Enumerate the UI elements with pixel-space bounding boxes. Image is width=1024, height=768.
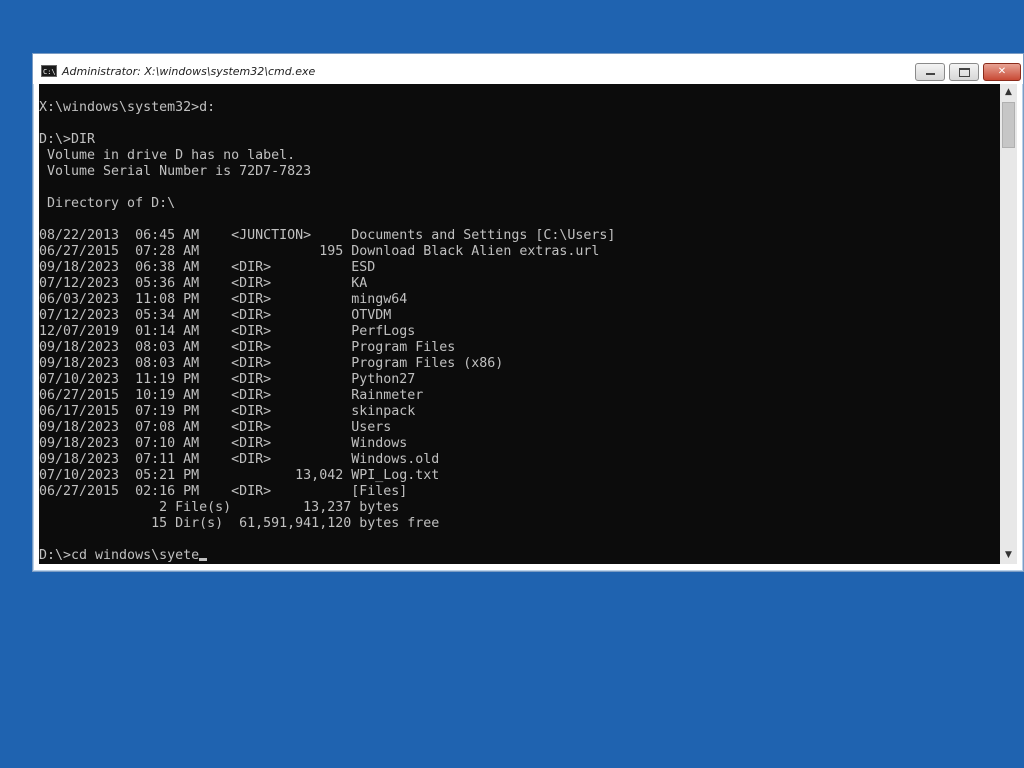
console-line: Directory of D:\ — [39, 196, 176, 211]
console-line: 09/18/2023 07:11 AM <DIR> Windows.old — [39, 452, 440, 467]
console-text: X:\windows\system32>d: D:\>DIR Volume in… — [39, 84, 1000, 548]
console-line: X:\windows\system32>d: — [39, 100, 216, 115]
cmd-window[interactable]: C:\ Administrator: X:\windows\system32\c… — [32, 53, 1024, 572]
console-line: 06/27/2015 10:19 AM <DIR> Rainmeter — [39, 388, 424, 403]
window-title: Administrator: X:\windows\system32\cmd.e… — [62, 65, 316, 78]
scroll-up-icon[interactable]: ▲ — [1000, 84, 1017, 101]
console-line: 06/17/2015 07:19 PM <DIR> skinpack — [39, 404, 416, 419]
console-line: 06/27/2015 02:16 PM <DIR> [Files] — [39, 484, 408, 499]
console-line: 09/18/2023 07:08 AM <DIR> Users — [39, 420, 392, 435]
console-line: 09/18/2023 06:38 AM <DIR> ESD — [39, 260, 376, 275]
console-output[interactable]: X:\windows\system32>d: D:\>DIR Volume in… — [39, 84, 1000, 564]
close-button[interactable]: ✕ — [983, 63, 1021, 81]
scroll-thumb[interactable] — [1002, 102, 1015, 148]
console-prompt[interactable]: D:\>cd windows\syete — [39, 548, 199, 563]
console-line: 07/10/2023 11:19 PM <DIR> Python27 — [39, 372, 416, 387]
console-line: 07/10/2023 05:21 PM 13,042 WPI_Log.txt — [39, 468, 440, 483]
console-line: 12/07/2019 01:14 AM <DIR> PerfLogs — [39, 324, 416, 339]
restore-icon — [958, 68, 970, 77]
console-line: 2 File(s) 13,237 bytes — [39, 500, 400, 515]
console-line: 06/27/2015 07:28 AM 195 Download Black A… — [39, 244, 600, 259]
cmd-icon[interactable]: C:\ — [41, 65, 57, 77]
console-line: 09/18/2023 08:03 AM <DIR> Program Files … — [39, 356, 504, 371]
minimize-button[interactable] — [915, 63, 945, 81]
console-line: 09/18/2023 08:03 AM <DIR> Program Files — [39, 340, 456, 355]
close-icon: ✕ — [997, 66, 1007, 77]
console-line: 07/12/2023 05:34 AM <DIR> OTVDM — [39, 308, 392, 323]
console-line: 09/18/2023 07:10 AM <DIR> Windows — [39, 436, 408, 451]
console-line: Volume Serial Number is 72D7-7823 — [39, 164, 312, 179]
scroll-down-icon[interactable]: ▼ — [1000, 547, 1017, 564]
console-line: 06/03/2023 11:08 PM <DIR> mingw64 — [39, 292, 408, 307]
minimize-icon — [925, 73, 935, 75]
console-line: D:\>DIR — [39, 132, 96, 147]
console-line: 08/22/2013 06:45 AM <JUNCTION> Documents… — [39, 228, 616, 243]
console-line: 15 Dir(s) 61,591,941,120 bytes free — [39, 516, 440, 531]
console-line: 07/12/2023 05:36 AM <DIR> KA — [39, 276, 368, 291]
title-bar[interactable]: C:\ Administrator: X:\windows\system32\c… — [33, 54, 1023, 84]
console-line: Volume in drive D has no label. — [39, 148, 296, 163]
text-cursor — [199, 558, 208, 561]
restore-button[interactable] — [949, 63, 979, 81]
vertical-scrollbar[interactable]: ▲ ▼ — [1000, 84, 1017, 564]
